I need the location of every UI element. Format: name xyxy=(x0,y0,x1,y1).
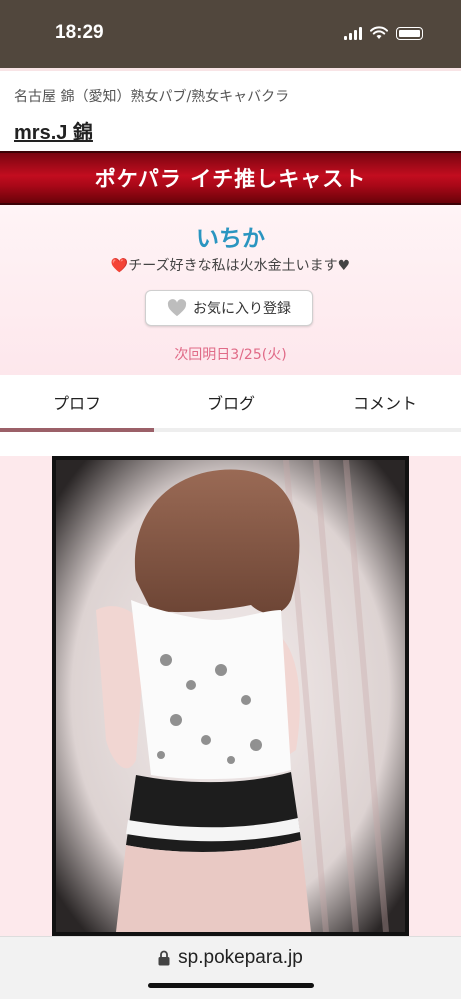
tab-active-indicator xyxy=(0,428,154,432)
shop-category: 名古屋 錦（愛知）熟女パブ/熟女キャバクラ xyxy=(14,89,290,105)
shop-header: 名古屋 錦（愛知）熟女パブ/熟女キャバクラ mrs.J 錦 xyxy=(0,68,461,153)
status-bar: 18:29 xyxy=(0,0,461,68)
cast-photo[interactable] xyxy=(52,456,409,936)
tab-profile[interactable]: プロフ xyxy=(0,375,154,428)
home-indicator[interactable] xyxy=(148,983,314,988)
favorite-button-label: お気に入り登録 xyxy=(193,301,291,317)
profile-tabs: プロフ ブログ コメント xyxy=(0,375,461,432)
signal-icon xyxy=(344,26,362,40)
url-display[interactable]: sp.pokepara.jp xyxy=(0,947,461,969)
wifi-icon xyxy=(370,26,388,39)
tab-blog[interactable]: ブログ xyxy=(154,375,308,428)
shop-name-link[interactable]: mrs.J 錦 xyxy=(14,116,93,145)
status-time: 18:29 xyxy=(55,22,104,43)
cast-info: いちか ❤️チーズ好きな私は火水金土います♥ お気に入り登録 次回明日3/25(… xyxy=(0,205,461,375)
next-attendance: 次回明日3/25(火) xyxy=(174,347,287,363)
url-text: sp.pokepara.jp xyxy=(178,947,303,968)
battery-icon xyxy=(396,26,423,40)
photo-section xyxy=(0,456,461,936)
cast-catchphrase: ❤️チーズ好きな私は火水金土います♥ xyxy=(110,258,351,274)
banner-title: ポケパラ イチ推しキャスト xyxy=(94,167,367,191)
status-icons xyxy=(344,26,423,40)
cast-photo-image xyxy=(56,460,405,932)
heart-icon xyxy=(167,299,187,317)
favorite-button[interactable]: お気に入り登録 xyxy=(145,290,313,326)
recommend-banner: ポケパラ イチ推しキャスト xyxy=(0,151,461,205)
browser-url-bar[interactable]: sp.pokepara.jp xyxy=(0,936,461,999)
tab-comment[interactable]: コメント xyxy=(308,375,461,428)
lock-icon xyxy=(158,950,170,966)
cast-name: いちか xyxy=(196,226,265,252)
